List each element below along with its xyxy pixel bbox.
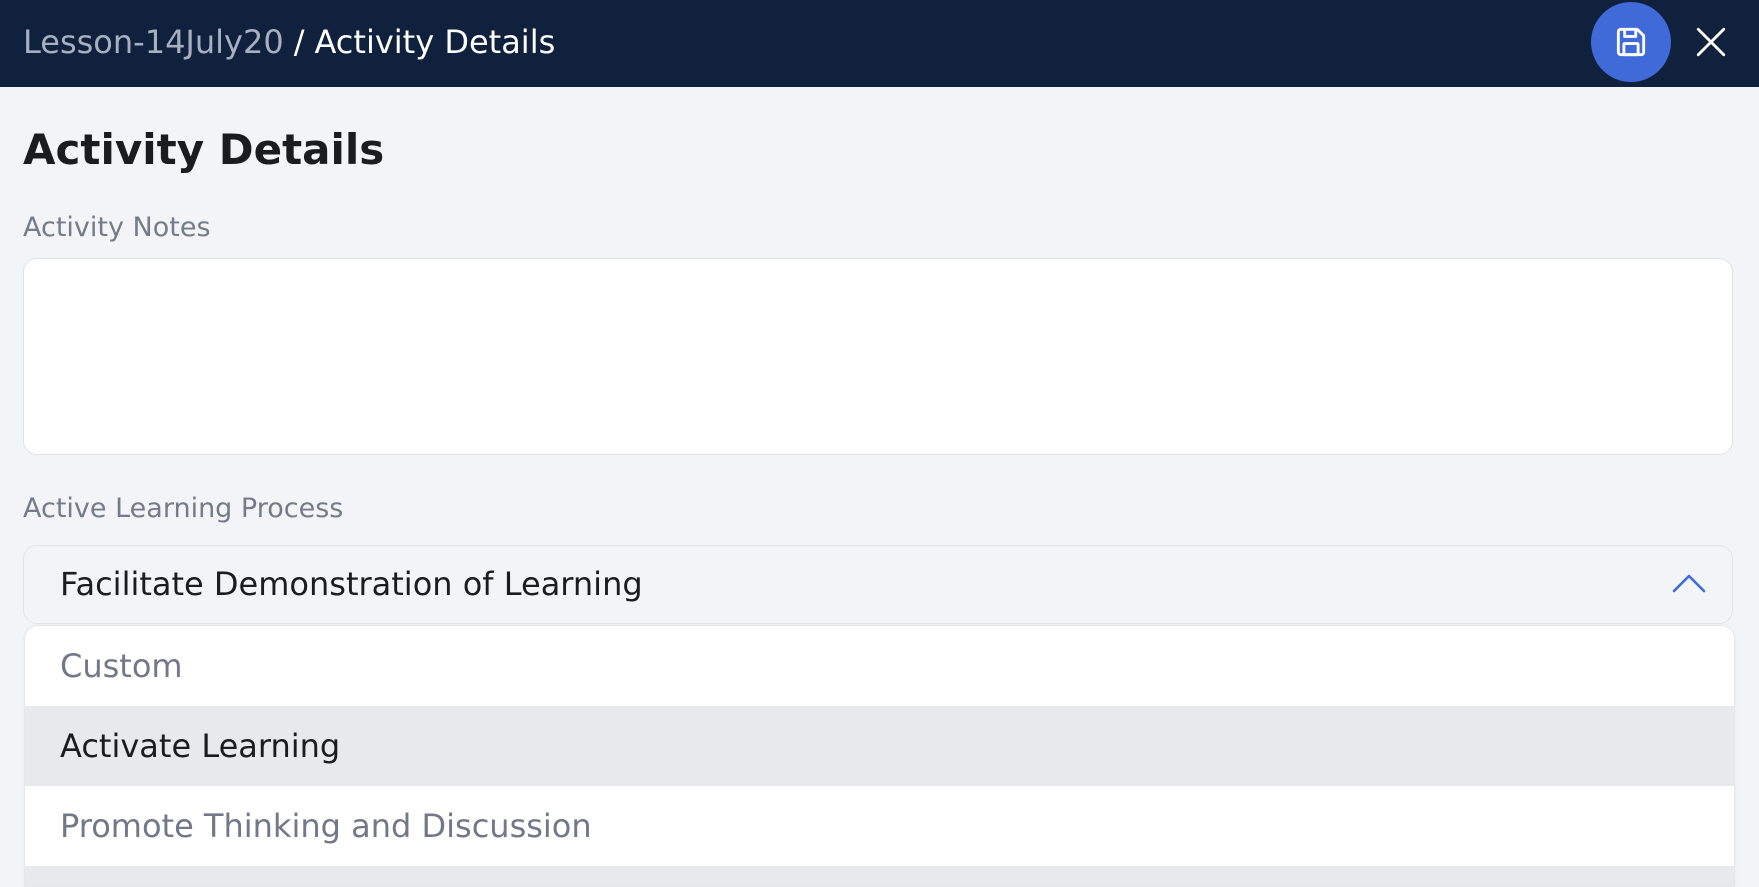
close-icon xyxy=(1696,27,1726,57)
activity-notes-label: Activity Notes xyxy=(23,212,211,243)
activity-notes-textarea[interactable] xyxy=(23,258,1733,455)
breadcrumb-current: Activity Details xyxy=(314,23,556,61)
breadcrumb-separator: / xyxy=(293,23,305,61)
page-title: Activity Details xyxy=(23,125,385,174)
learning-process-options: Custom Activate Learning Promote Thinkin… xyxy=(24,625,1735,887)
learning-process-label: Active Learning Process xyxy=(23,493,344,524)
option-activate-learning[interactable]: Activate Learning xyxy=(25,706,1734,786)
option-partially-visible[interactable] xyxy=(25,866,1734,886)
learning-process-select[interactable]: Facilitate Demonstration of Learning xyxy=(23,545,1733,624)
save-button[interactable] xyxy=(1591,2,1671,82)
breadcrumb-lesson-link[interactable]: Lesson-14July20 xyxy=(23,23,284,61)
save-icon xyxy=(1616,27,1646,57)
option-promote-thinking[interactable]: Promote Thinking and Discussion xyxy=(25,786,1734,866)
learning-process-selected-value: Facilitate Demonstration of Learning xyxy=(60,565,643,603)
chevron-up-icon xyxy=(1672,574,1706,593)
top-bar: Lesson-14July20/Activity Details xyxy=(0,0,1759,87)
breadcrumb: Lesson-14July20/Activity Details xyxy=(23,22,555,62)
close-button[interactable] xyxy=(1690,21,1732,63)
option-custom[interactable]: Custom xyxy=(25,626,1734,706)
